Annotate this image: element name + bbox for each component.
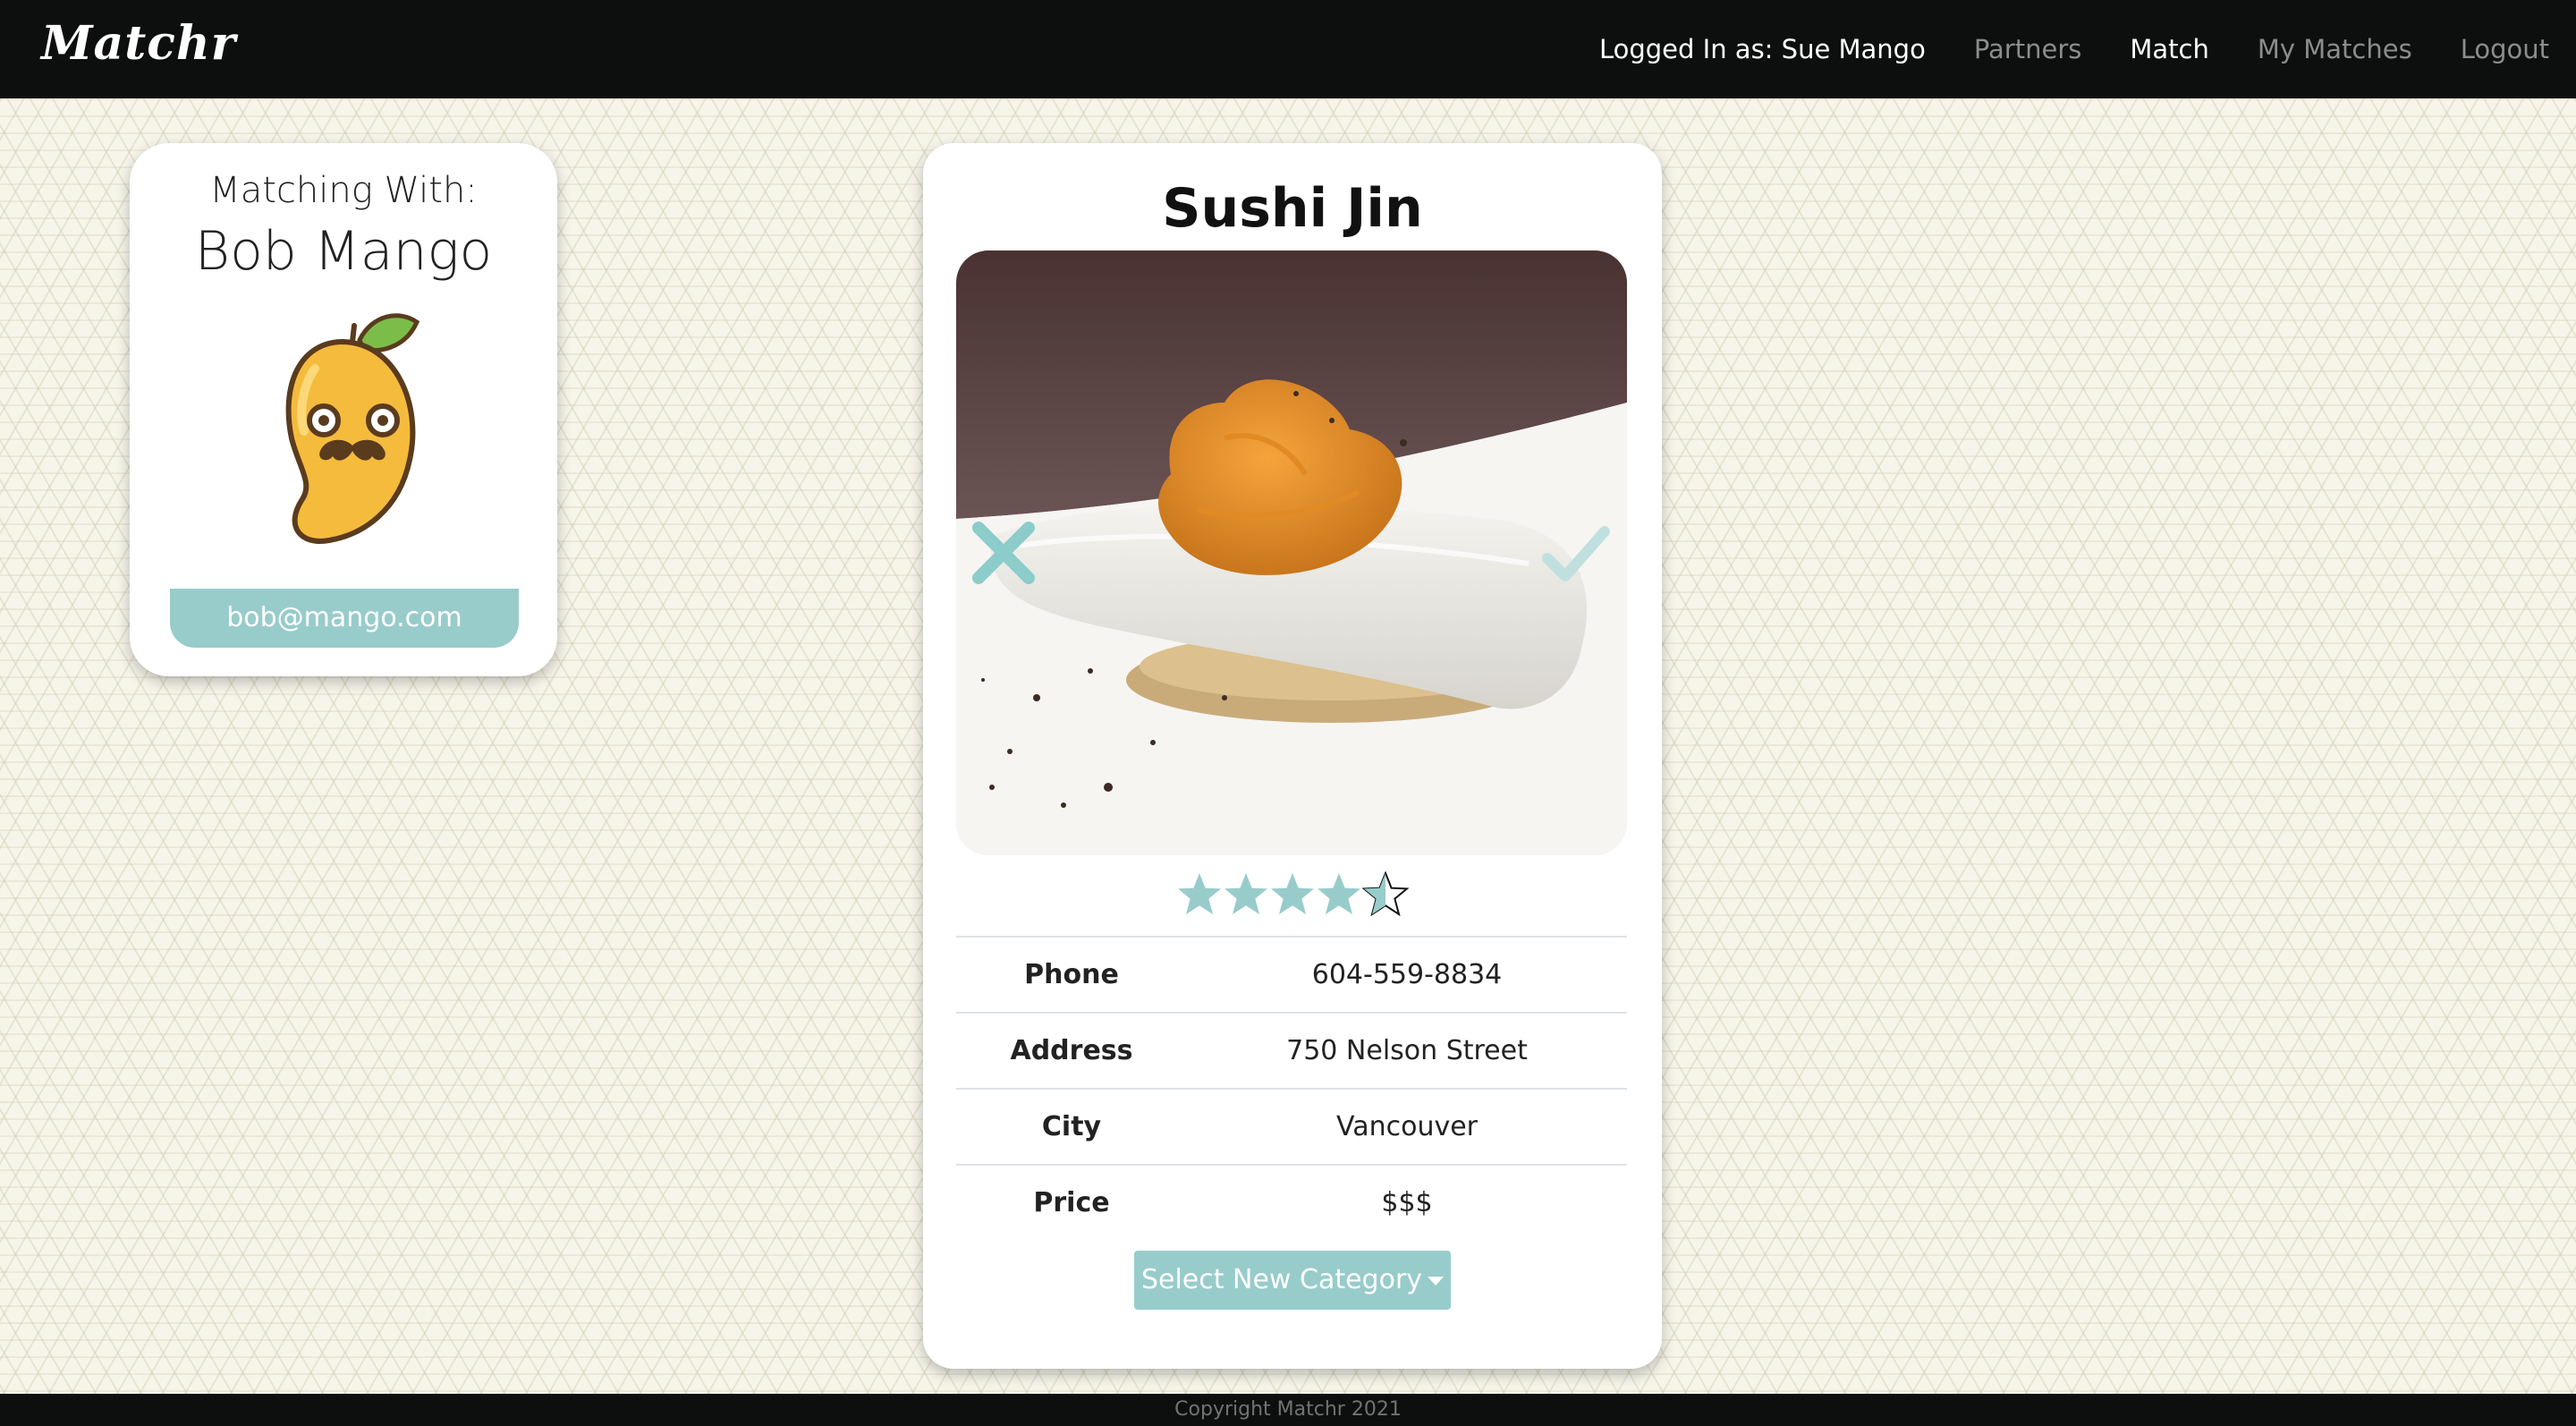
copyright-text: Copyright Matchr 2021: [1174, 1398, 1402, 1421]
reject-button[interactable]: [970, 519, 1038, 587]
table-row: City Vancouver: [956, 1088, 1627, 1165]
partner-card: Matching With: Bob Mango bob@mango.com: [130, 143, 557, 676]
nav-match-link[interactable]: Match: [2130, 34, 2209, 64]
sushi-uni-photo: [956, 250, 1627, 855]
restaurant-card: Sushi Jin Phone 604-559-8834 Address 750…: [923, 143, 1662, 1369]
select-category-label: Select New Category: [1140, 1264, 1423, 1295]
partner-name: Bob Mango: [194, 220, 493, 283]
price-label: Price: [956, 1164, 1187, 1240]
logged-in-user: Logged In as: Sue Mango: [1598, 34, 1926, 64]
nav-items: Logged In as: Sue Mango Partners Match M…: [1599, 0, 2549, 98]
star-icon: [1271, 873, 1314, 914]
city-value: Vancouver: [1187, 1088, 1627, 1165]
address-label: Address: [956, 1012, 1187, 1089]
table-row: Phone 604-559-8834: [956, 936, 1627, 1013]
star-rating: [923, 862, 1662, 925]
partner-email: bob@mango.com: [170, 589, 519, 648]
star-icon: [1318, 873, 1360, 914]
phone-label: Phone: [956, 936, 1187, 1013]
matching-with-heading: Matching With:: [209, 170, 478, 211]
price-value: $$$: [1187, 1164, 1627, 1240]
navbar: Matchr Logged In as: Sue Mango Partners …: [0, 0, 2576, 98]
address-value: 750 Nelson Street: [1187, 1012, 1627, 1089]
city-label: City: [956, 1088, 1187, 1165]
nav-my-matches-link[interactable]: My Matches: [2258, 34, 2412, 64]
table-row: Price $$$: [956, 1164, 1627, 1240]
brand-logo[interactable]: Matchr: [41, 16, 236, 71]
restaurant-name: Sushi Jin: [1162, 177, 1423, 240]
accept-button[interactable]: [1540, 522, 1612, 585]
nav-partners-link[interactable]: Partners: [1974, 34, 2082, 64]
table-row: Address 750 Nelson Street: [956, 1012, 1627, 1089]
star-icon: [1362, 871, 1409, 917]
star-icon: [1224, 873, 1267, 914]
restaurant-details-table: Phone 604-559-8834 Address 750 Nelson St…: [956, 936, 1627, 1240]
nav-logout-link[interactable]: Logout: [2461, 34, 2549, 64]
star-icon: [1178, 873, 1221, 914]
caret-down-icon: [1428, 1276, 1445, 1286]
mango-mustache-icon: [209, 288, 478, 556]
phone-value: 604-559-8834: [1187, 936, 1627, 1013]
select-category-dropdown[interactable]: Select New Category: [1134, 1251, 1451, 1310]
footer: Copyright Matchr 2021: [0, 1394, 2576, 1426]
